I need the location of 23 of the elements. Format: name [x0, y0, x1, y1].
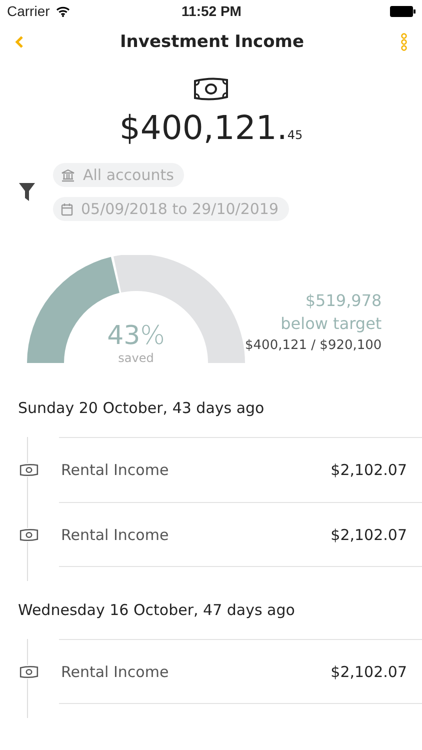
bank-icon	[61, 168, 75, 182]
more-icon[interactable]	[400, 33, 408, 51]
transaction-row[interactable]: Rental Income $2,102.07	[19, 502, 422, 567]
banknote-icon	[19, 528, 39, 542]
saved-percent: 43%	[107, 322, 165, 351]
filter-icon[interactable]	[19, 183, 35, 201]
date-heading: Sunday 20 October, 43 days ago	[17, 399, 266, 417]
shortfall-amount: $519,978	[305, 290, 382, 312]
saved-caption: saved	[118, 351, 154, 365]
battery-icon	[390, 6, 416, 16]
banknote-icon	[19, 462, 39, 476]
status-time: 11:52 PM	[182, 3, 242, 19]
date-heading: Wednesday 16 October, 47 days ago	[17, 601, 296, 619]
shortfall-label: below target	[280, 312, 382, 335]
banknote-icon	[192, 76, 230, 102]
back-icon[interactable]	[14, 35, 24, 49]
wifi-icon	[56, 6, 70, 16]
calendar-icon	[61, 202, 73, 216]
carrier-name: Carrier	[7, 3, 50, 19]
banknote-icon	[19, 664, 39, 678]
transaction-row[interactable]: Rental Income $2,102.07	[19, 437, 422, 502]
page-title: Investment Income	[120, 32, 304, 52]
transaction-row[interactable]: Rental Income $2,102.07	[19, 639, 422, 704]
